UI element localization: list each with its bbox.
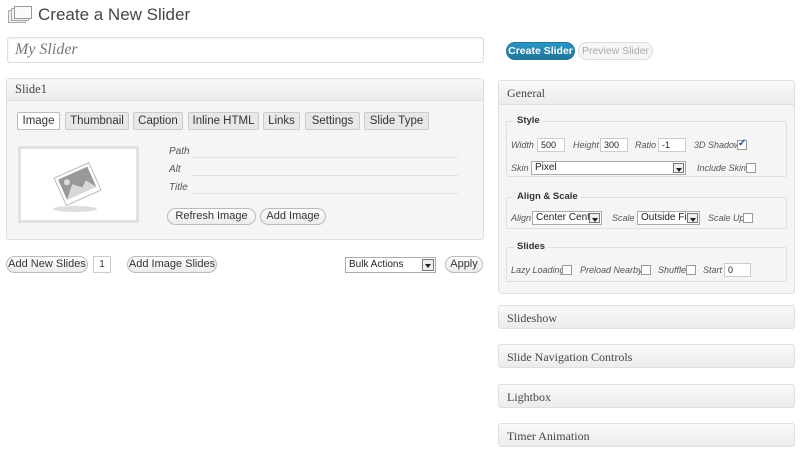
slides-stack-icon	[8, 6, 32, 23]
timer-animation-title: Timer Animation	[507, 429, 590, 443]
tab-caption[interactable]: Caption	[133, 112, 183, 130]
bulk-actions-value: Bulk Actions	[349, 259, 404, 270]
image-placeholder-icon	[53, 161, 102, 212]
skin-value: Pixel	[535, 162, 557, 173]
width-label: Width	[511, 140, 534, 150]
apply-button[interactable]: Apply	[445, 256, 483, 273]
page-title: Create a New Slider	[38, 5, 191, 24]
lightbox-panel[interactable]: Lightbox	[498, 384, 795, 408]
start-label: Start	[703, 265, 723, 275]
slides-group: Slides Lazy Loading Preload Nearby Shuff…	[506, 241, 787, 282]
slideshow-title: Slideshow	[507, 311, 558, 325]
align-label: Align	[511, 213, 532, 223]
chevron-down-icon	[687, 213, 698, 223]
scale-up-checkbox[interactable]	[743, 213, 753, 223]
align-scale-title: Align & Scale	[514, 191, 581, 202]
shadow-checkbox[interactable]	[737, 138, 747, 150]
timer-animation-panel[interactable]: Timer Animation	[498, 423, 795, 447]
title-label: Title	[169, 182, 188, 193]
slides-group-title: Slides	[514, 241, 548, 252]
shuffle-label: Shuffle	[658, 265, 687, 275]
slideshow-panel[interactable]: Slideshow	[498, 305, 795, 329]
scale-value: Outside Fit	[641, 212, 690, 223]
skin-select[interactable]: Pixel	[531, 161, 686, 175]
general-panel: General Style Width 500 Height 300 Ratio…	[498, 80, 795, 294]
height-label: Height	[573, 140, 600, 150]
slide-navigation-controls-panel[interactable]: Slide Navigation Controls	[498, 344, 795, 368]
slide-title: Slide1	[15, 82, 47, 96]
preload-nearby-label: Preload Nearby	[580, 265, 643, 275]
ratio-input[interactable]: -1	[658, 138, 686, 152]
include-skin-label: Include Skin	[697, 163, 747, 173]
style-group: Style Width 500 Height 300 Ratio -1 3D S…	[506, 115, 787, 177]
tab-inline-html[interactable]: Inline HTML	[188, 112, 259, 130]
shuffle-checkbox[interactable]	[686, 265, 696, 275]
height-input[interactable]: 300	[600, 138, 628, 152]
shadow-label: 3D Shadow	[694, 140, 741, 150]
tab-slide-type[interactable]: Slide Type	[364, 112, 429, 130]
preview-slider-button[interactable]: Preview Slider	[578, 42, 653, 60]
slide-navigation-controls-title: Slide Navigation Controls	[507, 350, 633, 364]
tab-links[interactable]: Links	[263, 112, 300, 130]
create-slider-button[interactable]: Create Slider	[506, 42, 575, 60]
tab-image[interactable]: Image	[17, 112, 60, 130]
title-field[interactable]	[193, 193, 458, 194]
add-image-button[interactable]: Add Image	[260, 208, 326, 225]
add-image-slides-button[interactable]: Add Image Slides	[127, 256, 217, 273]
slider-title-input[interactable]: My Slider	[7, 37, 484, 63]
scale-label: Scale	[612, 213, 635, 223]
start-input[interactable]: 0	[724, 263, 751, 277]
add-new-slides-button[interactable]: Add New Slides	[6, 256, 88, 273]
scale-up-label: Scale Up	[708, 213, 745, 223]
preload-nearby-checkbox[interactable]	[641, 265, 651, 275]
chevron-down-icon	[673, 163, 684, 173]
lazy-loading-checkbox[interactable]	[562, 265, 572, 275]
skin-label: Skin	[511, 163, 529, 173]
chevron-down-icon	[422, 259, 434, 271]
path-field[interactable]	[193, 157, 458, 158]
refresh-image-button[interactable]: Refresh Image	[167, 208, 256, 225]
width-input[interactable]: 500	[537, 138, 565, 152]
slide-count-input[interactable]: 1	[93, 256, 111, 273]
style-group-title: Style	[514, 115, 543, 126]
general-header[interactable]: General	[499, 81, 794, 105]
tab-settings[interactable]: Settings	[305, 112, 360, 130]
tab-thumbnail[interactable]: Thumbnail	[65, 112, 129, 130]
slide-panel: Slide1 Image Thumbnail Caption Inline HT…	[6, 78, 484, 240]
align-select[interactable]: Center Center	[532, 211, 602, 225]
alt-label: Alt	[169, 164, 181, 175]
path-label: Path	[169, 146, 190, 157]
slide-header[interactable]: Slide1	[7, 79, 483, 101]
ratio-label: Ratio	[635, 140, 657, 150]
alt-field[interactable]	[193, 175, 458, 176]
image-preview	[18, 146, 139, 223]
lightbox-title: Lightbox	[507, 390, 551, 404]
align-scale-group: Align & Scale Align Center Center Scale …	[506, 191, 787, 229]
bulk-actions-select[interactable]: Bulk Actions	[345, 257, 436, 273]
lazy-loading-label: Lazy Loading	[511, 265, 565, 275]
include-skin-checkbox[interactable]	[746, 163, 756, 173]
chevron-down-icon	[589, 213, 600, 223]
scale-select[interactable]: Outside Fit	[637, 211, 700, 225]
general-title: General	[507, 86, 545, 100]
